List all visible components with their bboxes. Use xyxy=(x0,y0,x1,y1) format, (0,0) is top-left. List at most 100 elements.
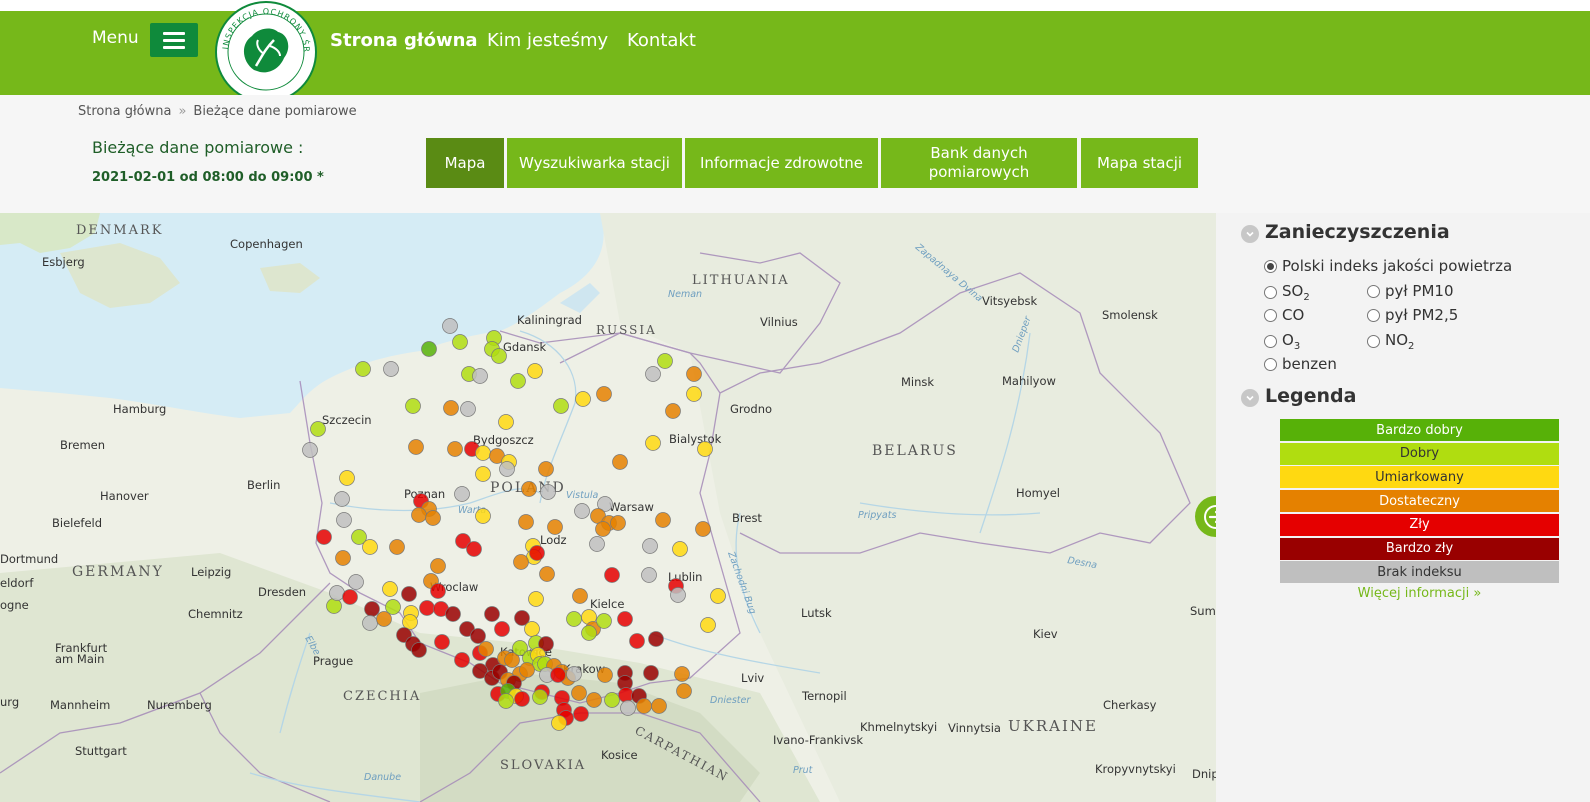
radio-icon[interactable] xyxy=(1264,259,1277,273)
station-marker[interactable] xyxy=(510,373,526,389)
station-marker[interactable] xyxy=(498,414,514,430)
station-marker[interactable] xyxy=(610,515,626,531)
station-marker[interactable] xyxy=(529,545,545,561)
station-marker[interactable] xyxy=(443,400,459,416)
station-marker[interactable] xyxy=(581,625,597,641)
station-marker[interactable] xyxy=(519,662,535,678)
station-marker[interactable] xyxy=(339,470,355,486)
station-marker[interactable] xyxy=(550,667,566,683)
radio-benzene[interactable]: benzen xyxy=(1264,355,1337,373)
station-marker[interactable] xyxy=(551,715,567,731)
station-marker[interactable] xyxy=(643,665,659,681)
station-marker[interactable] xyxy=(553,398,569,414)
station-marker[interactable] xyxy=(547,519,563,535)
radio-icon[interactable] xyxy=(1367,308,1380,322)
menu-label[interactable]: Menu xyxy=(92,28,139,48)
station-marker[interactable] xyxy=(478,641,494,657)
station-marker[interactable] xyxy=(566,611,582,627)
station-marker[interactable] xyxy=(411,642,427,658)
tab-health-info[interactable]: Informacje zdrowotne xyxy=(685,138,878,188)
station-marker[interactable] xyxy=(401,586,417,602)
station-marker[interactable] xyxy=(430,558,446,574)
station-marker[interactable] xyxy=(389,539,405,555)
station-marker[interactable] xyxy=(657,353,673,369)
radio-icon[interactable] xyxy=(1264,286,1277,299)
station-marker[interactable] xyxy=(513,554,529,570)
station-marker[interactable] xyxy=(629,633,645,649)
station-marker[interactable] xyxy=(408,439,424,455)
air-quality-map[interactable]: DENMARKLITHUANIARUSSIABELARUSPOLANDGERMA… xyxy=(0,213,1216,802)
station-marker[interactable] xyxy=(334,491,350,507)
station-marker[interactable] xyxy=(411,507,427,523)
station-marker[interactable] xyxy=(362,539,378,555)
station-marker[interactable] xyxy=(326,598,342,614)
radio-o3[interactable]: O3 xyxy=(1264,331,1300,352)
station-marker[interactable] xyxy=(484,606,500,622)
tab-map[interactable]: Mapa xyxy=(426,138,504,188)
station-marker[interactable] xyxy=(655,512,671,528)
station-marker[interactable] xyxy=(335,550,351,566)
station-marker[interactable] xyxy=(574,503,590,519)
station-marker[interactable] xyxy=(494,621,510,637)
station-marker[interactable] xyxy=(648,631,664,647)
station-marker[interactable] xyxy=(596,613,612,629)
station-marker[interactable] xyxy=(645,366,661,382)
station-marker[interactable] xyxy=(620,700,636,716)
station-marker[interactable] xyxy=(491,348,507,364)
station-marker[interactable] xyxy=(573,706,589,722)
station-marker[interactable] xyxy=(636,698,652,714)
station-marker[interactable] xyxy=(571,685,587,701)
station-marker[interactable] xyxy=(676,683,692,699)
station-marker[interactable] xyxy=(452,334,468,350)
station-marker[interactable] xyxy=(527,363,543,379)
station-marker[interactable] xyxy=(641,567,657,583)
station-marker[interactable] xyxy=(540,484,556,500)
station-marker[interactable] xyxy=(695,521,711,537)
hamburger-menu-button[interactable] xyxy=(150,23,198,57)
station-marker[interactable] xyxy=(700,617,716,633)
radio-icon[interactable] xyxy=(1264,308,1277,322)
station-marker[interactable] xyxy=(665,403,681,419)
station-marker[interactable] xyxy=(566,666,582,682)
station-marker[interactable] xyxy=(612,454,628,470)
station-marker[interactable] xyxy=(336,512,352,528)
collapse-pollutants-icon[interactable] xyxy=(1241,225,1259,243)
station-marker[interactable] xyxy=(447,441,463,457)
station-marker[interactable] xyxy=(475,445,491,461)
station-marker[interactable] xyxy=(454,652,470,668)
station-marker[interactable] xyxy=(686,366,702,382)
station-marker[interactable] xyxy=(645,435,661,451)
station-marker[interactable] xyxy=(686,386,702,402)
station-marker[interactable] xyxy=(586,692,602,708)
nav-about[interactable]: Kim jesteśmy xyxy=(487,30,608,51)
station-marker[interactable] xyxy=(595,521,611,537)
station-marker[interactable] xyxy=(342,589,358,605)
station-marker[interactable] xyxy=(604,567,620,583)
station-marker[interactable] xyxy=(421,341,437,357)
nav-home[interactable]: Strona główna xyxy=(330,30,478,51)
station-marker[interactable] xyxy=(710,588,726,604)
radio-co[interactable]: CO xyxy=(1264,306,1304,324)
station-marker[interactable] xyxy=(575,391,591,407)
station-marker[interactable] xyxy=(475,508,491,524)
station-marker[interactable] xyxy=(642,538,658,554)
station-marker[interactable] xyxy=(518,514,534,530)
station-marker[interactable] xyxy=(434,634,450,650)
station-marker[interactable] xyxy=(589,536,605,552)
station-marker[interactable] xyxy=(329,585,345,601)
radio-icon[interactable] xyxy=(1367,335,1380,348)
station-marker[interactable] xyxy=(470,628,486,644)
station-marker[interactable] xyxy=(466,541,482,557)
tab-data-bank[interactable]: Bank danych pomiarowych xyxy=(881,138,1077,188)
station-marker[interactable] xyxy=(514,691,530,707)
station-marker[interactable] xyxy=(597,667,613,683)
radio-icon[interactable] xyxy=(1367,284,1380,298)
station-marker[interactable] xyxy=(362,615,378,631)
station-marker[interactable] xyxy=(310,421,326,437)
station-marker[interactable] xyxy=(316,529,332,545)
station-marker[interactable] xyxy=(425,510,441,526)
station-marker[interactable] xyxy=(364,601,380,617)
station-marker[interactable] xyxy=(596,386,612,402)
station-marker[interactable] xyxy=(617,611,633,627)
radio-icon[interactable] xyxy=(1264,335,1277,348)
